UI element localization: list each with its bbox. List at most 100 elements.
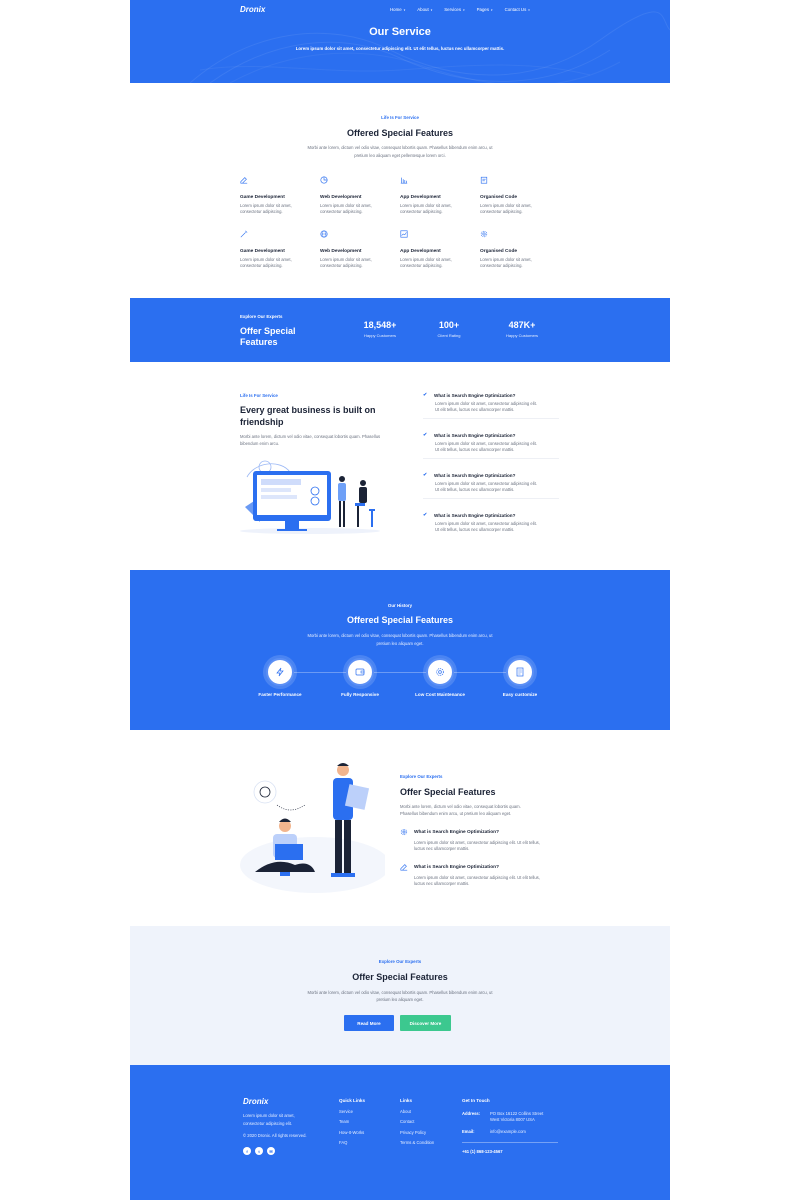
gear-icon (400, 828, 408, 836)
hero-subtitle: Lorem ipsum dolor sit amet, consectetur … (295, 46, 505, 51)
history-icon-circle (426, 658, 454, 686)
faq-question: What is Search Engine Optimization? (434, 432, 516, 438)
gear-icon (480, 230, 488, 238)
faq-question: What is Search Engine Optimization? (434, 392, 516, 398)
footer-about-line2: consectetur adipiscing elit. (243, 1121, 293, 1126)
footer-link[interactable]: Privacy Policy (400, 1128, 434, 1138)
contact-title: Get In Touch (462, 1098, 490, 1103)
pie-chart-icon (320, 176, 328, 184)
stat-value: 487K+ (508, 320, 536, 330)
stat-value: 100+ (438, 320, 460, 330)
feature-text-line2: consectetur adipiscing. (320, 209, 363, 215)
offer-section: Explore Our Experts Offer Special Featur… (130, 730, 670, 926)
footer-link[interactable]: How-It-Works (339, 1128, 365, 1138)
feature-card: Game Development Lorem ipsum dolor sit a… (240, 225, 310, 269)
history-label: Low Cost Maintenance (415, 692, 465, 697)
footer-about-line1: Lorem ipsum dolor sit amet, (243, 1113, 295, 1118)
feature-text-line2: consectetur adipiscing. (480, 209, 523, 215)
contact-divider (462, 1141, 558, 1143)
footer-link[interactable]: Contact (400, 1117, 434, 1127)
cta-title: Offer Special Features (352, 972, 448, 982)
main-nav: Home ▾ About ▾ Services ▾ Pages ▾ Contact Us… (390, 7, 530, 12)
cta-desc-line1: Morbi ante lorem, dictum vel odio vitae,… (307, 990, 493, 995)
faq-item[interactable]: ✔ What is Search Engine Optimization? Lor… (423, 392, 559, 420)
feature-title: App Development (400, 195, 441, 200)
offer-item: What is Search Engine Optimization? Lore… (400, 828, 570, 852)
edit-icon (400, 864, 408, 871)
stat-item: 487K+ Happy Customers (492, 320, 552, 338)
feature-title: Web Development (320, 195, 362, 200)
history-label: Easy customize (502, 692, 538, 697)
footer-link[interactable]: Team (339, 1117, 365, 1127)
stat-label: Happy Customers (363, 333, 396, 338)
gear-icon (436, 668, 444, 676)
nav-pages[interactable]: Pages ▾ (477, 7, 493, 12)
contact-column: Get In Touch Address: PO Box 16122 Colli… (462, 1098, 562, 1155)
offer-desc-line2: Phasellus bibendum enim arcu, ut pretium… (400, 811, 512, 816)
cta-desc-line2: pretium leo aliquam eget. (376, 997, 424, 1002)
history-eyebrow: Our History (387, 603, 413, 608)
page: Dronix Home ▾ About ▾ Services ▾ Pages ▾ Con… (130, 0, 670, 1200)
feature-title: Web Development (320, 249, 362, 254)
feature-text-line2: consectetur adipiscing. (480, 263, 523, 269)
faq-divider (423, 458, 559, 460)
nav-label: About (417, 7, 429, 12)
business-illustration (240, 460, 380, 534)
read-more-button[interactable]: Read More (344, 1015, 394, 1031)
faq-answer-line2: Ut elit tellus, luctus nec ullamcorper m… (435, 447, 515, 453)
nav-label: Home (390, 7, 402, 12)
footer-link[interactable]: FAQ (339, 1138, 365, 1148)
history-item: Fully Responsive (320, 658, 400, 697)
cta-eyebrow: Explore Our Experts (378, 959, 422, 964)
offer-answer-line2: luctus nec ullamcorper mattis. (414, 846, 470, 852)
history-label: Fully Responsive (341, 692, 379, 697)
faq-item[interactable]: ✔ What is Search Engine Optimization? Lor… (423, 432, 559, 460)
footer-link[interactable]: Service (339, 1107, 365, 1117)
footer-logo[interactable]: Dronix (243, 1097, 268, 1106)
offer-item: What is Search Engine Optimization? Lore… (400, 863, 570, 887)
footer-link[interactable]: Terms & Condition (400, 1138, 434, 1148)
feature-text-line2: consectetur adipiscing. (400, 263, 443, 269)
bar-chart-icon (400, 177, 408, 184)
chevron-down-icon: ▾ (491, 7, 493, 12)
feature-card: App Development Lorem ipsum dolor sit am… (400, 171, 470, 215)
social-links: f t ✉ (243, 1147, 275, 1155)
feature-card: Game Development Lorem ipsum dolor sit a… (240, 171, 310, 215)
discover-more-button[interactable]: Discover More (400, 1015, 451, 1031)
feature-text-line2: consectetur adipiscing. (240, 263, 283, 269)
facebook-icon[interactable]: f (243, 1147, 251, 1155)
logo[interactable]: Dronix (240, 5, 265, 14)
nav-contact[interactable]: Contact Us ▾ (505, 7, 530, 12)
faq-divider (423, 418, 559, 420)
phone-number[interactable]: +61 (1) 868-123-4567 (462, 1149, 562, 1155)
nav-home[interactable]: Home ▾ (390, 7, 405, 12)
history-title: Offered Special Features (346, 615, 454, 625)
features-desc-line1: Morbi ante lorem, dictum vel odio vitae,… (307, 145, 493, 150)
links-column: Links About Contact Privacy Policy Terms… (400, 1098, 434, 1148)
faq-item[interactable]: ✔ What is Search Engine Optimization? Lor… (423, 472, 559, 500)
nav-about[interactable]: About ▾ (417, 7, 432, 12)
history-item: Low Cost Maintenance (400, 658, 480, 697)
email-icon[interactable]: ✉ (267, 1147, 275, 1155)
offer-desc-line1: Morbi ante lorem, dictum vel odio vitae,… (400, 804, 521, 809)
cta-section: Explore Our Experts Offer Special Featur… (130, 926, 670, 1065)
features-eyebrow: Life Is For Service (381, 115, 419, 120)
email-value[interactable]: info@example.com (490, 1129, 526, 1135)
faq-answer-line2: Ut elit tellus, luctus nec ullamcorper m… (435, 407, 515, 413)
feature-title: Organised Code (480, 195, 518, 200)
nav-services[interactable]: Services ▾ (444, 7, 464, 12)
history-item: Faster Performance (240, 658, 320, 697)
quick-links-column: Quick Links Service Team How-It-Works FA… (339, 1098, 365, 1148)
history-item: Easy customize (480, 658, 560, 697)
stats-eyebrow: Explore Our Experts (240, 314, 283, 319)
footer-copyright: © 2020 Dronix. All rights reserved. (243, 1133, 307, 1138)
twitter-icon[interactable]: t (255, 1147, 263, 1155)
faq-item[interactable]: ✔ What is Search Engine Optimization? Lor… (423, 512, 559, 533)
history-desc-line1: Morbi ante lorem, dictum vel odio vitae,… (307, 633, 493, 638)
edit-icon (240, 177, 248, 184)
stats-title-line2: Features (240, 337, 278, 347)
nav-label: Services (444, 7, 462, 12)
stat-value: 18,548+ (363, 320, 397, 330)
lightning-icon (276, 667, 284, 677)
footer-link[interactable]: About (400, 1107, 434, 1117)
